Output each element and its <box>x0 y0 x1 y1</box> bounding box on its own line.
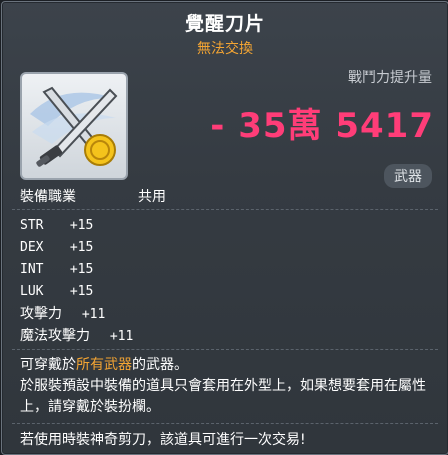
stats-list: STR +15 DEX +15 INT +15 LUK +15 攻擊力 +11 … <box>20 215 133 347</box>
stat-row-luk: LUK +15 <box>20 281 133 303</box>
stat-name: DEX <box>20 240 44 255</box>
stat-value: +15 <box>69 284 94 299</box>
stat-value: +15 <box>69 262 94 277</box>
stat-row-dex: DEX +15 <box>20 237 133 259</box>
gold-coin <box>84 134 116 166</box>
stat-name: INT <box>20 262 44 277</box>
crossed-blades-icon <box>30 86 118 167</box>
stat-row-magic-attack: 魔法攻擊力 +11 <box>20 325 133 347</box>
job-label: 裝備職業 <box>20 189 76 205</box>
stat-name: 魔法攻擊力 <box>20 328 90 344</box>
item-title: 覺醒刀片 <box>184 13 265 35</box>
desc-text: 可穿戴於 <box>20 357 76 373</box>
description-line-1: 可穿戴於所有武器的武器。 <box>20 355 432 376</box>
power-change-value: - 35萬 5417 <box>210 106 434 146</box>
category-badge: 武器 <box>384 164 432 188</box>
stat-value: +15 <box>69 218 94 233</box>
power-change-label: 戰鬥力提升量 <box>348 70 432 86</box>
item-icon-frame <box>20 72 128 180</box>
divider <box>12 349 438 350</box>
description-line-2: 於服裝預設中裝備的道具只會套用在外型上，如果想要套用在屬性上，請穿戴於裝扮欄。 <box>20 378 426 415</box>
stat-value: +11 <box>109 329 134 344</box>
stat-row-int: INT +15 <box>20 259 133 281</box>
stat-name: 攻擊力 <box>20 306 62 322</box>
desc-text: 的武器。 <box>132 357 188 373</box>
untradeable-label: 無法交換 <box>197 41 253 57</box>
desc-highlight: 所有武器 <box>76 357 132 373</box>
item-description: 可穿戴於所有武器的武器。 於服裝預設中裝備的道具只會套用在外型上，如果想要套用在… <box>20 355 432 418</box>
job-row: 裝備職業 共用 <box>20 186 166 206</box>
divider <box>12 209 438 210</box>
stat-row-str: STR +15 <box>20 215 133 237</box>
stat-value: +15 <box>69 240 94 255</box>
stat-value: +11 <box>81 307 106 322</box>
stat-row-attack: 攻擊力 +11 <box>20 303 133 325</box>
item-tooltip: 覺醒刀片 無法交換 戰鬥力提升量 - 35萬 5417 武器 裝備職業 共用 S… <box>1 1 448 455</box>
trade-note: 若使用時裝神奇剪刀，該道具可進行一次交易! <box>20 432 306 448</box>
stat-name: STR <box>20 218 44 233</box>
divider <box>12 423 438 424</box>
job-value: 共用 <box>138 189 166 205</box>
stat-name: LUK <box>20 284 44 299</box>
